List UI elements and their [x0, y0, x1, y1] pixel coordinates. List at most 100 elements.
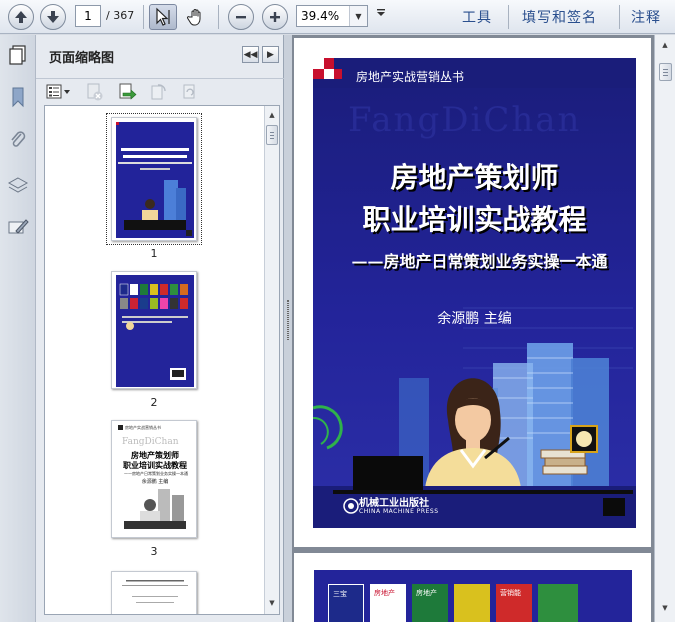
cover-subtitle: ——房地产日常策划业务实操一本通	[351, 252, 608, 271]
cursor-select-icon	[156, 7, 170, 26]
expand-panel-button[interactable]: ▶	[262, 46, 279, 63]
reorder-page-icon	[183, 84, 195, 99]
hand-tool-button[interactable]	[182, 4, 210, 30]
book-cover: 房地产实战营销丛书 FangDiChan 房地产策划师 职业培训实战教程 ——房…	[313, 58, 636, 528]
toolbar-divider	[619, 5, 620, 29]
thumbnail-text-page	[122, 580, 188, 603]
book-thumb-label: 营销能	[500, 589, 521, 597]
options-list-icon	[46, 84, 70, 99]
scrollbar-thumb[interactable]	[659, 63, 672, 81]
delete-page-icon	[87, 83, 103, 101]
scroll-up-arrow-icon[interactable]: ▲	[655, 38, 675, 52]
page-total-label: / 367	[106, 9, 135, 22]
book-thumb: 房地产	[370, 584, 406, 622]
book-thumb: 房地产	[412, 584, 448, 622]
layers-button[interactable]	[6, 173, 30, 197]
thumbnail-options-button[interactable]	[45, 82, 73, 102]
cover-publisher: 机械工业出版社	[359, 498, 429, 509]
book-thumb-label: 房地产	[374, 589, 395, 597]
cover-author: 余源鹏 主编	[437, 311, 512, 327]
arrow-up-icon	[15, 11, 27, 23]
series-logo	[118, 425, 123, 430]
page-number-input[interactable]	[75, 5, 101, 27]
select-tool-button[interactable]	[149, 4, 177, 30]
thumbnail-cover-image	[112, 118, 196, 240]
panel-header: 页面缩略图 ◀◀ ▶	[36, 35, 284, 75]
document-view[interactable]: 房地产实战营销丛书 FangDiChan 房地产策划师 职业培训实战教程 ——房…	[292, 35, 654, 622]
more-tools-button[interactable]	[376, 8, 386, 21]
thumb3-subtitle: ——房地产日常策划业务实操一本通	[124, 471, 188, 476]
redo-page-button[interactable]	[178, 82, 200, 102]
right-arrow-icon: ▶	[267, 49, 274, 60]
title-page-preview: 房地产实战营销丛书 FangDiChan 房地产策划师 职业培训实战教程 ——房…	[116, 425, 194, 535]
rotate-page-button[interactable]	[148, 82, 170, 102]
thumbnail-page-3[interactable]: 房地产实战营销丛书 FangDiChan 房地产策划师 职业培训实战教程 ——房…	[111, 420, 197, 538]
next-page-button[interactable]	[40, 4, 66, 30]
scrollbar-thumb[interactable]	[266, 125, 278, 145]
scroll-down-arrow-icon[interactable]: ▼	[265, 596, 279, 610]
zoom-input[interactable]	[299, 8, 349, 24]
splitter-grip[interactable]	[287, 300, 289, 340]
toolbar-divider	[143, 5, 144, 29]
book-thumb-label: 三宝	[333, 590, 347, 598]
zoom-select[interactable]: ▼	[296, 5, 368, 27]
arrow-down-icon	[47, 11, 59, 23]
toolbar-divider	[218, 5, 219, 29]
navigation-icon-strip	[0, 35, 36, 622]
scroll-up-arrow-icon[interactable]: ▲	[265, 108, 279, 122]
thumbnail-page-2[interactable]	[111, 271, 197, 389]
bookmarks-button[interactable]	[6, 85, 30, 109]
scroll-down-arrow-icon[interactable]: ▼	[655, 601, 675, 615]
zoom-in-button[interactable]	[262, 4, 288, 30]
thumb3-watermark: FangDiChan	[122, 437, 179, 447]
book-thumb-label: 房地产	[416, 589, 437, 597]
tools-menu-link[interactable]: 工具	[462, 7, 492, 27]
comment-menu-link[interactable]: 注释	[631, 7, 661, 27]
document-scrollbar[interactable]: ▲ ▼	[654, 35, 675, 622]
signature-pen-icon	[8, 219, 29, 234]
zoom-out-button[interactable]	[228, 4, 254, 30]
previous-page-button[interactable]	[8, 4, 34, 30]
pages-icon	[9, 45, 26, 65]
thumbnail-scrollbar[interactable]: ▲ ▼	[264, 106, 279, 614]
cover-series-title: 房地产实战营销丛书	[356, 70, 465, 84]
paperclip-icon	[11, 131, 26, 147]
layers-icon	[7, 177, 29, 193]
cover-publisher-en: CHINA MACHINE PRESS	[359, 508, 439, 515]
toolbar-divider	[508, 5, 509, 29]
thumbnail-page-4[interactable]	[111, 571, 197, 614]
page2-cover-strip: 三宝 房地产 房地产 营销能	[314, 570, 632, 622]
insert-page-button[interactable]	[116, 82, 138, 102]
signatures-button[interactable]	[6, 215, 30, 239]
panel-splitter[interactable]	[284, 35, 292, 622]
book-thumb: 营销能	[496, 584, 532, 622]
fill-sign-menu-link[interactable]: 填写和签名	[522, 7, 597, 27]
main-toolbar: / 367 ▼ 工具 填写和签名 注释	[0, 0, 675, 34]
book-thumb	[454, 584, 490, 622]
minus-icon	[236, 16, 246, 19]
thumbnail-number: 2	[150, 396, 158, 409]
thumbnail-panel: 页面缩略图 ◀◀ ▶ 1 2 房地产实战营销丛书 FangDiChan 房地产策…	[36, 35, 284, 622]
attachments-button[interactable]	[6, 128, 30, 152]
thumbnail-list[interactable]: 1 2 房地产实战营销丛书 FangDiChan 房地产策划师 职业培训实战教程…	[44, 105, 280, 615]
chevron-more-icon	[377, 9, 385, 16]
thumb3-series: 房地产实战营销丛书	[125, 425, 161, 430]
book-thumb: 三宝	[328, 584, 364, 622]
delete-pages-button[interactable]	[84, 82, 106, 102]
chevron-down-icon[interactable]: ▼	[349, 6, 367, 26]
panel-toolbar	[36, 78, 284, 104]
thumbnail-page-1[interactable]	[111, 117, 197, 241]
page-thumbnails-button[interactable]	[6, 43, 30, 67]
cover-title-line2: 职业培训实战教程	[362, 203, 587, 236]
book-thumb	[538, 584, 578, 622]
bookmark-icon	[12, 87, 24, 108]
thumb3-illustration	[124, 489, 186, 529]
thumb3-title-2: 职业培训实战教程	[123, 461, 187, 470]
plus-icon	[270, 12, 280, 22]
hand-icon	[186, 9, 201, 26]
document-page-1: 房地产实战营销丛书 FangDiChan 房地产策划师 职业培训实战教程 ——房…	[294, 38, 651, 547]
rotate-page-icon	[151, 84, 166, 100]
collapse-panel-button[interactable]: ◀◀	[242, 46, 259, 63]
thumbnail-number: 3	[150, 545, 158, 558]
document-page-2: 三宝 房地产 房地产 营销能	[294, 553, 651, 622]
